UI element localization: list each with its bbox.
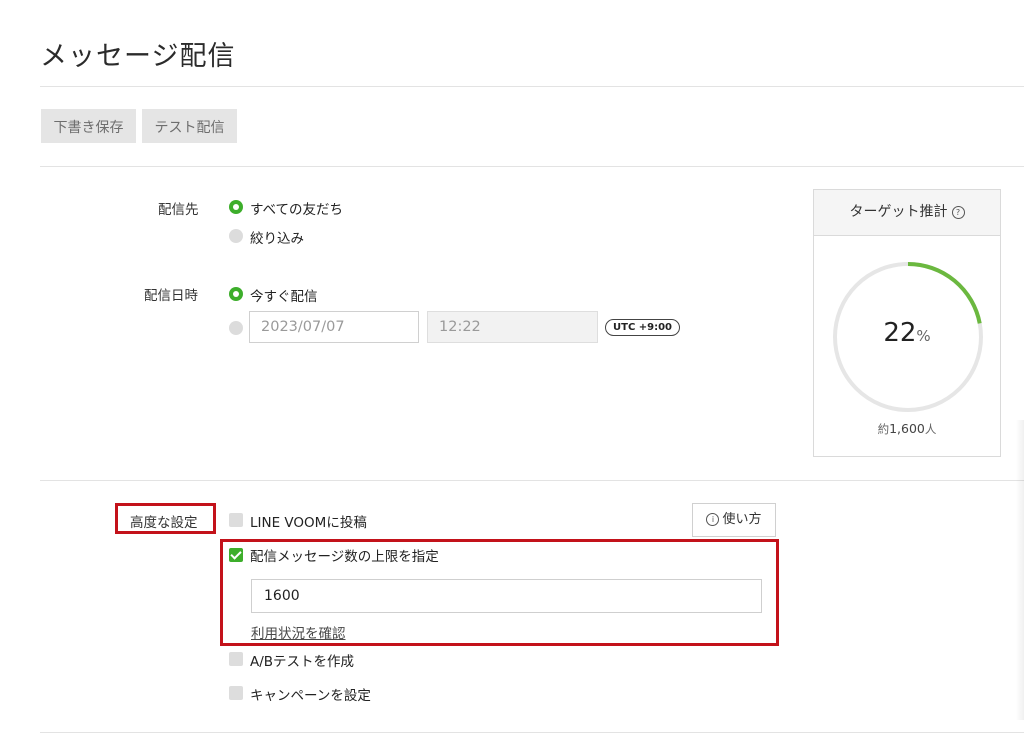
limit-checkbox[interactable] [229,548,243,562]
radio-send-now[interactable] [229,287,243,301]
target-estimate-header: ターゲット推計? [814,190,1000,236]
approx-number: 1,600 [889,421,925,436]
target-estimate-title: ターゲット推計 [849,204,948,220]
bottom-divider [40,732,1024,733]
limit-input[interactable]: 1600 [251,579,762,613]
how-to-button[interactable]: i 使い方 [692,503,776,537]
usage-status-link[interactable]: 利用状況を確認 [251,622,346,642]
test-send-button[interactable]: テスト配信 [142,109,237,143]
info-circle-icon: i [706,513,720,526]
radio-all-friends[interactable] [229,200,243,214]
timezone-badge: UTC +9:00 [605,319,681,336]
target-percent-unit: % [916,327,931,345]
campaign-checkbox[interactable] [229,686,243,700]
ab-test-checkbox[interactable] [229,652,243,666]
approx-unit: 人 [924,422,937,436]
line-voom-checkbox[interactable] [229,513,243,527]
how-to-label: 使い方 [722,512,762,527]
schedule-date-input[interactable]: 2023/07/07 [249,311,419,343]
limit-label[interactable]: 配信メッセージ数の上限を指定 [250,545,439,565]
schedule-time-input[interactable]: 12:22 [427,311,598,343]
schedule-label: 配信日時 [144,288,198,304]
ab-test-label[interactable]: A/Bテストを作成 [250,650,354,670]
option-send-now-label[interactable]: 今すぐ配信 [250,285,318,305]
radio-filter[interactable] [229,229,243,243]
target-percent-value: 22 [883,318,917,348]
target-approx-count: 約1,600人 [814,421,1000,437]
toolbar-divider [40,166,1024,167]
header-divider [40,86,1024,87]
campaign-label[interactable]: キャンペーンを設定 [250,684,371,704]
section-divider [40,480,1024,481]
line-voom-label[interactable]: LINE VOOMに投稿 [250,511,367,531]
radio-scheduled[interactable] [229,321,243,335]
page-title: メッセージ配信 [40,41,236,72]
advanced-settings-label: 高度な設定 [130,515,198,531]
target-estimate-panel: ターゲット推計? 22% 約1,600人 [813,189,1001,457]
scroll-shadow [1016,420,1024,720]
option-all-friends-label[interactable]: すべての友だち [250,198,343,218]
question-circle-icon[interactable]: ? [951,206,965,219]
save-draft-button[interactable]: 下書き保存 [41,109,136,143]
option-filter-label[interactable]: 絞り込み [250,227,304,247]
target-percent: 22% [814,318,1000,348]
approx-prefix: 約 [877,422,890,436]
destination-label: 配信先 [158,202,199,218]
